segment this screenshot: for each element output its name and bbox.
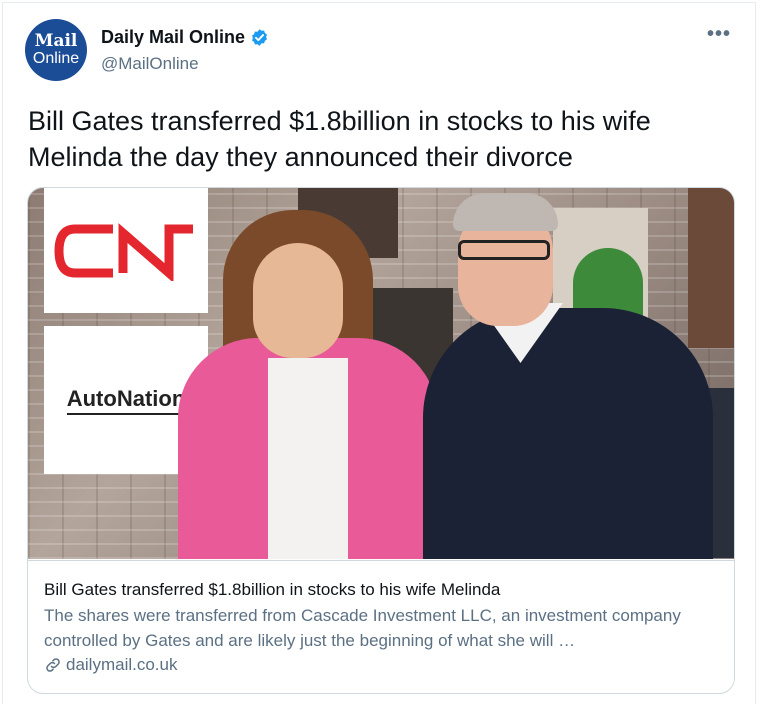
card-title[interactable]: Bill Gates transferred $1.8billion in st… [44, 579, 718, 601]
author-handle[interactable]: @MailOnline [101, 54, 199, 74]
autonation-logo-text: AutoNation [66, 386, 186, 415]
card-domain-text: dailymail.co.uk [66, 655, 178, 674]
person-right-hair [453, 193, 558, 231]
more-options-icon[interactable]: ••• [707, 23, 731, 46]
cn-logo-panel: CN [44, 188, 208, 313]
person-right-sweater [423, 308, 713, 559]
verified-badge-icon [250, 28, 269, 47]
wall-photo [688, 188, 734, 348]
link-icon [46, 658, 60, 672]
tweet[interactable]: Mail Online Daily Mail Online @MailOnlin… [2, 2, 756, 704]
avatar-text-bottom: Online [32, 50, 80, 67]
author-name-row: Daily Mail Online [101, 27, 269, 48]
card-body[interactable]: Bill Gates transferred $1.8billion in st… [28, 560, 734, 693]
tweet-text: Bill Gates transferred $1.8billion in st… [28, 106, 651, 172]
card-domain[interactable]: dailymail.co.uk [44, 655, 718, 675]
person-left-face [253, 243, 343, 358]
avatar-text-top: Mail [34, 31, 78, 51]
link-card[interactable]: CN AutoNation Bill Gates transferred $1.… [27, 187, 735, 694]
display-name[interactable]: Daily Mail Online [101, 27, 245, 48]
cn-logo-icon [54, 222, 193, 281]
card-image[interactable]: CN AutoNation [28, 188, 734, 559]
person-left-shirt [268, 358, 348, 559]
avatar[interactable]: Mail Online [25, 19, 87, 81]
card-description: The shares were transferred from Cascade… [44, 606, 681, 650]
glasses [458, 240, 550, 260]
